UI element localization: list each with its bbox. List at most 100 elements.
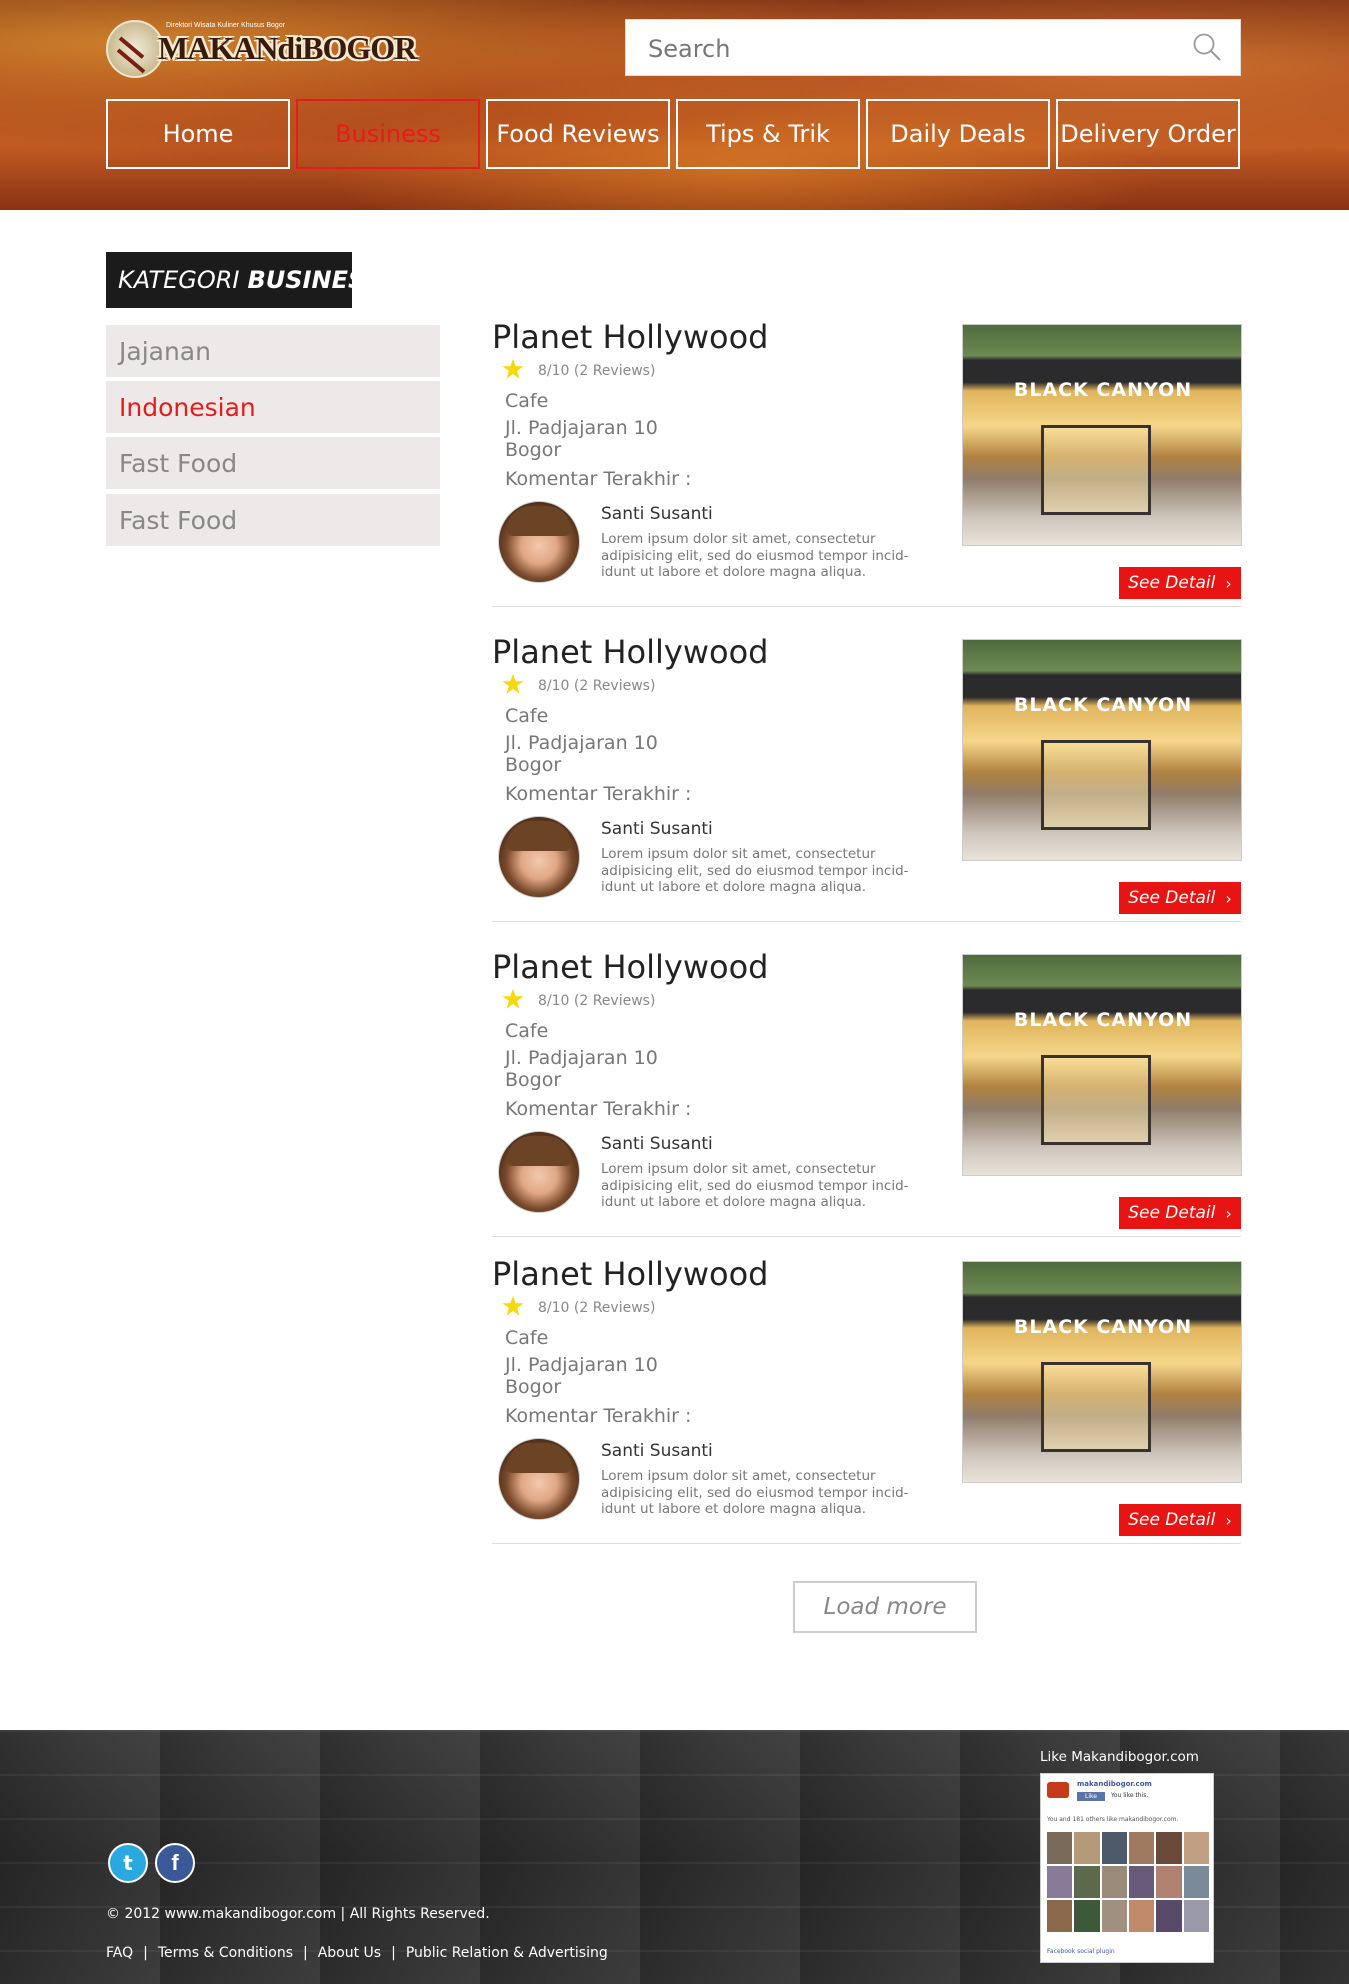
listing-rating: 8/10 (2 Reviews) [538,363,656,379]
nav-home[interactable]: Home [106,99,290,169]
separator: | [303,1945,308,1961]
listing-rating: 8/10 (2 Reviews) [538,993,656,1009]
nav-daily-deals[interactable]: Daily Deals [866,99,1050,169]
see-detail-label: See Detail [1128,573,1216,593]
fan-avatar[interactable] [1074,1866,1100,1898]
facebook-icon[interactable]: f [155,1843,195,1883]
listing-photo[interactable]: BLACK CANYON [962,1261,1242,1483]
load-more-button[interactable]: Load more [793,1581,977,1633]
listing-title[interactable]: Planet Hollywood [492,948,768,986]
search-box [625,19,1241,77]
listing-photo[interactable]: BLACK CANYON [962,954,1242,1176]
commenter-name: Santi Susanti [601,504,713,524]
footer-link-terms[interactable]: Terms & Conditions [158,1945,293,1961]
widget-plugin-label[interactable]: Facebook social plugin [1047,1948,1115,1955]
category-title-prefix: KATEGORI [118,266,240,294]
fan-avatar[interactable] [1101,1866,1127,1898]
chevron-right-icon: › [1225,1203,1232,1223]
star-icon [502,673,524,694]
photo-sign-text: BLACK CANYON [1013,379,1193,401]
twitter-icon[interactable]: t [108,1843,148,1883]
nav-food-reviews[interactable]: Food Reviews [486,99,670,169]
comment-text: Lorem ipsum dolor sit amet, consectetur … [601,1468,909,1517]
widget-page-name[interactable]: makandibogor.com [1077,1780,1152,1788]
latest-comment-label: Komentar Terakhir : [505,1405,692,1427]
facebook-like-widget[interactable]: makandibogor.com Like You like this. You… [1040,1773,1214,1963]
category-item-indonesian[interactable]: Indonesian [106,381,440,433]
listing-photo[interactable]: BLACK CANYON [962,324,1242,546]
see-detail-button[interactable]: See Detail › [1119,882,1241,914]
fan-avatar[interactable] [1129,1866,1155,1898]
listing-address-street: Jl. Padjajaran 10 [505,732,658,754]
see-detail-button[interactable]: See Detail › [1119,567,1241,599]
fan-avatar[interactable] [1183,1866,1209,1898]
widget-you-like: You like this. [1111,1792,1149,1799]
nav-delivery-order[interactable]: Delivery Order [1056,99,1240,169]
category-title-bold: BUSINESS [247,266,382,294]
commenter-name: Santi Susanti [601,819,713,839]
search-icon[interactable] [1192,32,1222,62]
widget-like-button[interactable]: Like [1077,1792,1105,1801]
nav-business[interactable]: Business [296,99,480,169]
avatar [498,1438,580,1520]
listing-photo[interactable]: BLACK CANYON [962,639,1242,861]
footer-link-pr-advertising[interactable]: Public Relation & Advertising [406,1945,608,1961]
commenter-name: Santi Susanti [601,1134,713,1154]
category-title: KATEGORI BUSINESS [106,252,382,308]
category-item-fast-food-2[interactable]: Fast Food [106,494,440,546]
see-detail-button[interactable]: See Detail › [1119,1197,1241,1229]
listing-title[interactable]: Planet Hollywood [492,318,768,356]
logo-text: MAKANdiBOGOR [158,30,417,66]
fan-avatar[interactable] [1183,1900,1209,1932]
header-banner: Direktori Wisata Kuliner Khusus Bogor MA… [0,0,1349,210]
see-detail-button[interactable]: See Detail › [1119,1504,1241,1536]
logo-emblem [106,20,164,78]
listing-type: Cafe [505,390,549,412]
fan-avatar[interactable] [1129,1832,1155,1864]
fan-avatar[interactable] [1156,1832,1182,1864]
listing-card: Planet Hollywood 8/10 (2 Reviews) Cafe Jl. … [492,318,1242,607]
listing-address-street: Jl. Padjajaran 10 [505,1354,658,1376]
chevron-right-icon: › [1225,573,1232,593]
fan-avatar[interactable] [1047,1900,1073,1932]
widget-page-avatar [1047,1782,1069,1798]
listing-title[interactable]: Planet Hollywood [492,633,768,671]
comment-text: Lorem ipsum dolor sit amet, consectetur … [601,846,909,895]
fan-avatar[interactable] [1074,1900,1100,1932]
photo-sign-text: BLACK CANYON [1013,1316,1193,1338]
fan-avatar[interactable] [1129,1900,1155,1932]
search-input[interactable] [646,20,1190,77]
site-logo[interactable]: Direktori Wisata Kuliner Khusus Bogor MA… [106,18,417,78]
footer-link-faq[interactable]: FAQ [106,1945,133,1961]
copyright-text: © 2012 www.makandibogor.com | All Rights… [106,1906,490,1922]
logo-tagline: Direktori Wisata Kuliner Khusus Bogor [166,22,286,29]
nav-tips-trik[interactable]: Tips & Trik [676,99,860,169]
chevron-right-icon: › [1225,1510,1232,1530]
photo-sign-text: BLACK CANYON [1013,1009,1193,1031]
fan-avatar[interactable] [1156,1866,1182,1898]
fan-avatar[interactable] [1156,1900,1182,1932]
listing-rating: 8/10 (2 Reviews) [538,678,656,694]
widget-others-like: You and 181 others like makandibogor.com… [1047,1816,1179,1823]
widget-fan-faces [1047,1832,1209,1932]
fan-avatar[interactable] [1183,1832,1209,1864]
photo-sign-text: BLACK CANYON [1013,694,1193,716]
latest-comment-label: Komentar Terakhir : [505,468,692,490]
category-item-jajanan[interactable]: Jajanan [106,325,440,377]
commenter-name: Santi Susanti [601,1441,713,1461]
star-icon [502,1295,524,1316]
latest-comment-label: Komentar Terakhir : [505,1098,692,1120]
fan-avatar[interactable] [1101,1900,1127,1932]
listing-type: Cafe [505,1020,549,1042]
fan-avatar[interactable] [1047,1866,1073,1898]
main-nav: Home Business Food Reviews Tips & Trik D… [106,99,1241,169]
facebook-like-label: Like Makandibogor.com [1040,1749,1199,1765]
category-item-fast-food[interactable]: Fast Food [106,437,440,489]
see-detail-label: See Detail [1128,1510,1216,1530]
separator: | [391,1945,396,1961]
fan-avatar[interactable] [1047,1832,1073,1864]
footer-link-about[interactable]: About Us [318,1945,381,1961]
fan-avatar[interactable] [1074,1832,1100,1864]
listing-title[interactable]: Planet Hollywood [492,1255,768,1293]
fan-avatar[interactable] [1101,1832,1127,1864]
